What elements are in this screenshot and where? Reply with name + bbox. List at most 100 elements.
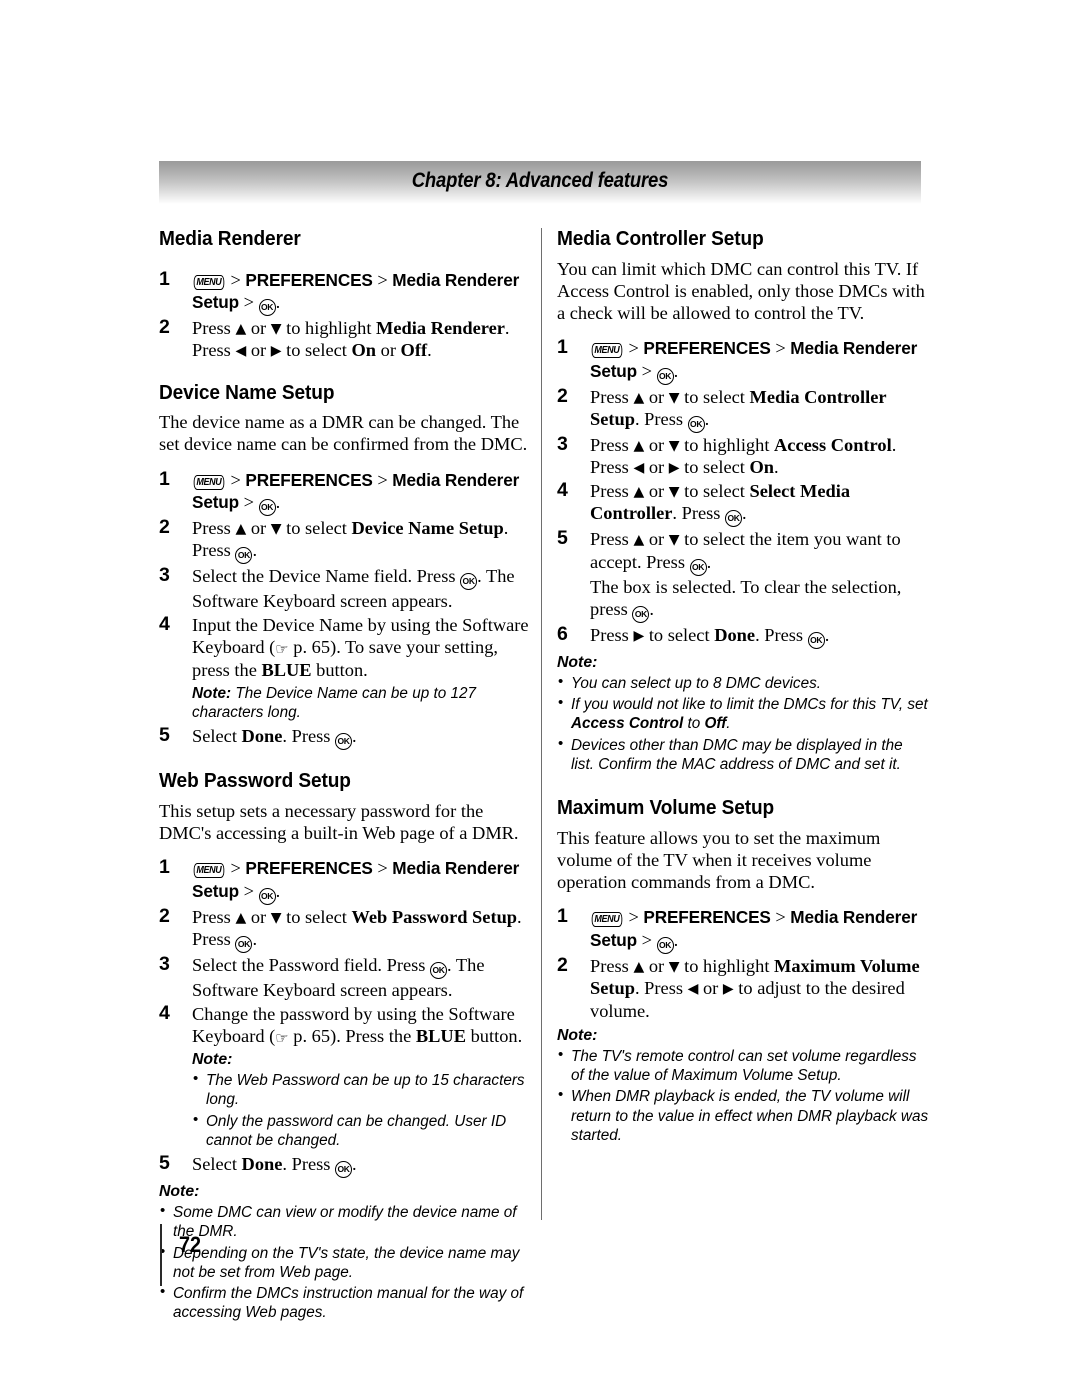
ok-button-icon: OK: [335, 1161, 353, 1179]
step-number: 5: [159, 724, 170, 747]
step-text: Press ▲ or ▼ to select Media Controller …: [590, 387, 886, 434]
step-number: 1: [159, 267, 170, 290]
arrow-down-icon: ▼: [668, 389, 680, 406]
section-intro-maximum-volume-setup: This feature allows you to set the maxim…: [557, 827, 881, 893]
step-text: Select Done. Press OK.: [192, 1154, 357, 1179]
note-bullet: When DMR playback is ended, the TV volum…: [557, 1086, 929, 1145]
media-controller-setup-note: Note: You can select up to 8 DMC devices.…: [557, 653, 929, 774]
section-heading-media-renderer: Media Renderer: [159, 227, 301, 250]
arrow-right-icon: ▶: [722, 981, 734, 998]
step-number: 4: [159, 612, 170, 635]
section-intro-media-controller-setup: You can limit which DMC can control this…: [557, 258, 925, 324]
step-number: 4: [159, 1001, 170, 1024]
step-number: 4: [557, 478, 568, 501]
arrow-left-icon: ◀: [235, 343, 247, 360]
step-number: 2: [557, 953, 568, 976]
step-number: 2: [557, 384, 568, 407]
arrow-right-icon: ▶: [633, 627, 645, 644]
step-list-web-password-setup: 1 MENU > PREFERENCES > Media Renderer Set…: [159, 856, 531, 1179]
section-intro-device-name-setup: The device name as a DMR can be changed.…: [159, 412, 528, 455]
note-bullet-list: Some DMC can view or modify the device n…: [159, 1202, 531, 1323]
step-number: 5: [159, 1152, 170, 1175]
ok-button-icon: OK: [258, 887, 276, 905]
note-label: Note:: [192, 1051, 233, 1069]
section-intro-web-password-setup: This setup sets a necessary password for…: [159, 800, 519, 844]
chapter-header-band: Chapter 8: Advanced features: [159, 161, 921, 204]
step-item: 2 Press ▲ or ▼ to select Web Password Set…: [159, 904, 531, 954]
arrow-down-icon: ▼: [270, 320, 282, 337]
web-password-setup-note: Note:Some DMC can view or modify the dev…: [159, 1182, 531, 1322]
maximum-volume-setup-note: Note: The TV's remote control can set vol…: [557, 1026, 929, 1145]
step-list-media-controller-setup: 1 MENU > PREFERENCES > Media Renderer Set…: [557, 336, 929, 649]
step-number: 1: [159, 467, 170, 490]
step-list-maximum-volume-setup: 1 MENU > PREFERENCES > Media Renderer Set…: [557, 905, 929, 1022]
arrow-up-icon: ▲: [633, 532, 645, 549]
step-item: 1 MENU > PREFERENCES > Media Renderer Set…: [159, 856, 531, 905]
step-item: 6 Press ▶ to select Done. Press OK.: [557, 622, 929, 649]
ok-button-icon: OK: [687, 416, 705, 434]
step-text: MENU > PREFERENCES > Media Renderer Setu…: [192, 470, 519, 517]
step-text: Select Done. Press OK.: [192, 726, 357, 751]
note-bullet: Devices other than DMC may be displayed …: [557, 735, 929, 775]
arrow-up-icon: ▲: [235, 909, 247, 926]
step-number: 5: [557, 527, 568, 550]
step-item: 5 Select Done. Press OK.: [159, 1152, 531, 1179]
note-bullet: Some DMC can view or modify the device n…: [159, 1202, 531, 1242]
ok-button-icon: OK: [632, 605, 650, 623]
step-number: 3: [159, 564, 170, 587]
arrow-up-icon: ▲: [235, 521, 247, 538]
section-heading-device-name-setup: Device Name Setup: [159, 380, 335, 404]
section-heading-web-password-setup: Web Password Setup: [159, 769, 351, 793]
section-heading-maximum-volume-setup: Maximum Volume Setup: [557, 796, 775, 820]
step-text: MENU > PREFERENCES > Media Renderer Setu…: [590, 338, 917, 385]
ok-button-icon: OK: [807, 631, 825, 649]
step-text: Select the Password field. Press OK. The…: [192, 955, 485, 1001]
step-item: 5 Select Done. Press OK.: [159, 724, 531, 751]
step-text: MENU > PREFERENCES > Media Renderer Setu…: [192, 858, 519, 905]
step-text: Input the Device Name by using the Softw…: [192, 614, 529, 680]
arrow-down-icon: ▼: [668, 532, 680, 549]
step-text: Press ▲ or ▼ to select Device Name Setup…: [192, 518, 508, 565]
note-label: Note:: [557, 1026, 598, 1044]
footer-rule: [160, 1224, 162, 1286]
chapter-title: Chapter 8: Advanced features: [411, 168, 669, 192]
step-text: Press ▲ or ▼ to highlight Access Control…: [590, 435, 897, 478]
menu-button-icon: MENU: [193, 863, 225, 879]
step-text: Press ▲ or ▼ to select the item you want…: [590, 529, 901, 623]
step-number: 2: [159, 516, 170, 539]
step-text: Press ▲ or ▼ to select Select Media Cont…: [590, 481, 850, 528]
step-number: 6: [557, 622, 568, 645]
ok-button-icon: OK: [258, 298, 276, 316]
step-list-media-renderer: 1 MENU > PREFERENCES > Media Renderer Set…: [159, 267, 531, 362]
ok-button-icon: OK: [460, 573, 478, 591]
arrow-left-icon: ◀: [687, 981, 699, 998]
step-text: Press ▲ or ▼ to highlight Maximum Volume…: [590, 955, 920, 1021]
ok-button-icon: OK: [656, 367, 674, 385]
arrow-up-icon: ▲: [633, 483, 645, 500]
note-bullet-list: You can select up to 8 DMC devices.If yo…: [557, 673, 929, 775]
step-note: Note: The Device Name can be up to 127 c…: [192, 684, 476, 722]
ok-button-icon: OK: [235, 936, 253, 954]
heading-spacer: [159, 258, 531, 269]
step-number: 2: [159, 904, 170, 927]
arrow-up-icon: ▲: [633, 958, 645, 975]
arrow-down-icon: ▼: [668, 958, 680, 975]
ok-button-icon: OK: [656, 936, 674, 954]
step-number: 1: [557, 336, 568, 359]
note-bullet: Confirm the DMCs instruction manual for …: [159, 1283, 531, 1323]
step-text: MENU > PREFERENCES > Media Renderer Setu…: [590, 907, 917, 954]
step-list-device-name-setup: 1 MENU > PREFERENCES > Media Renderer Set…: [159, 467, 531, 751]
step-item: 2 Press ▲ or ▼ to highlight Maximum Volum…: [557, 953, 929, 1022]
right-column: Media Controller Setup You can limit whic…: [557, 227, 929, 1149]
step-number: 3: [557, 433, 568, 456]
arrow-down-icon: ▼: [270, 909, 282, 926]
note-bullet: You can select up to 8 DMC devices.: [557, 673, 929, 693]
note-bullet-list: The Web Password can be up to 15 charact…: [192, 1070, 531, 1151]
ok-button-icon: OK: [258, 499, 276, 517]
pointing-hand-icon: ☞: [275, 640, 289, 659]
step-text: MENU > PREFERENCES > Media Renderer Setu…: [192, 270, 519, 316]
step-note: Note:The Web Password can be up to 15 ch…: [192, 1050, 531, 1150]
step-item: 3 Press ▲ or ▼ to highlight Access Contro…: [557, 433, 929, 479]
note-bullet: Only the password can be changed. User I…: [192, 1111, 531, 1151]
